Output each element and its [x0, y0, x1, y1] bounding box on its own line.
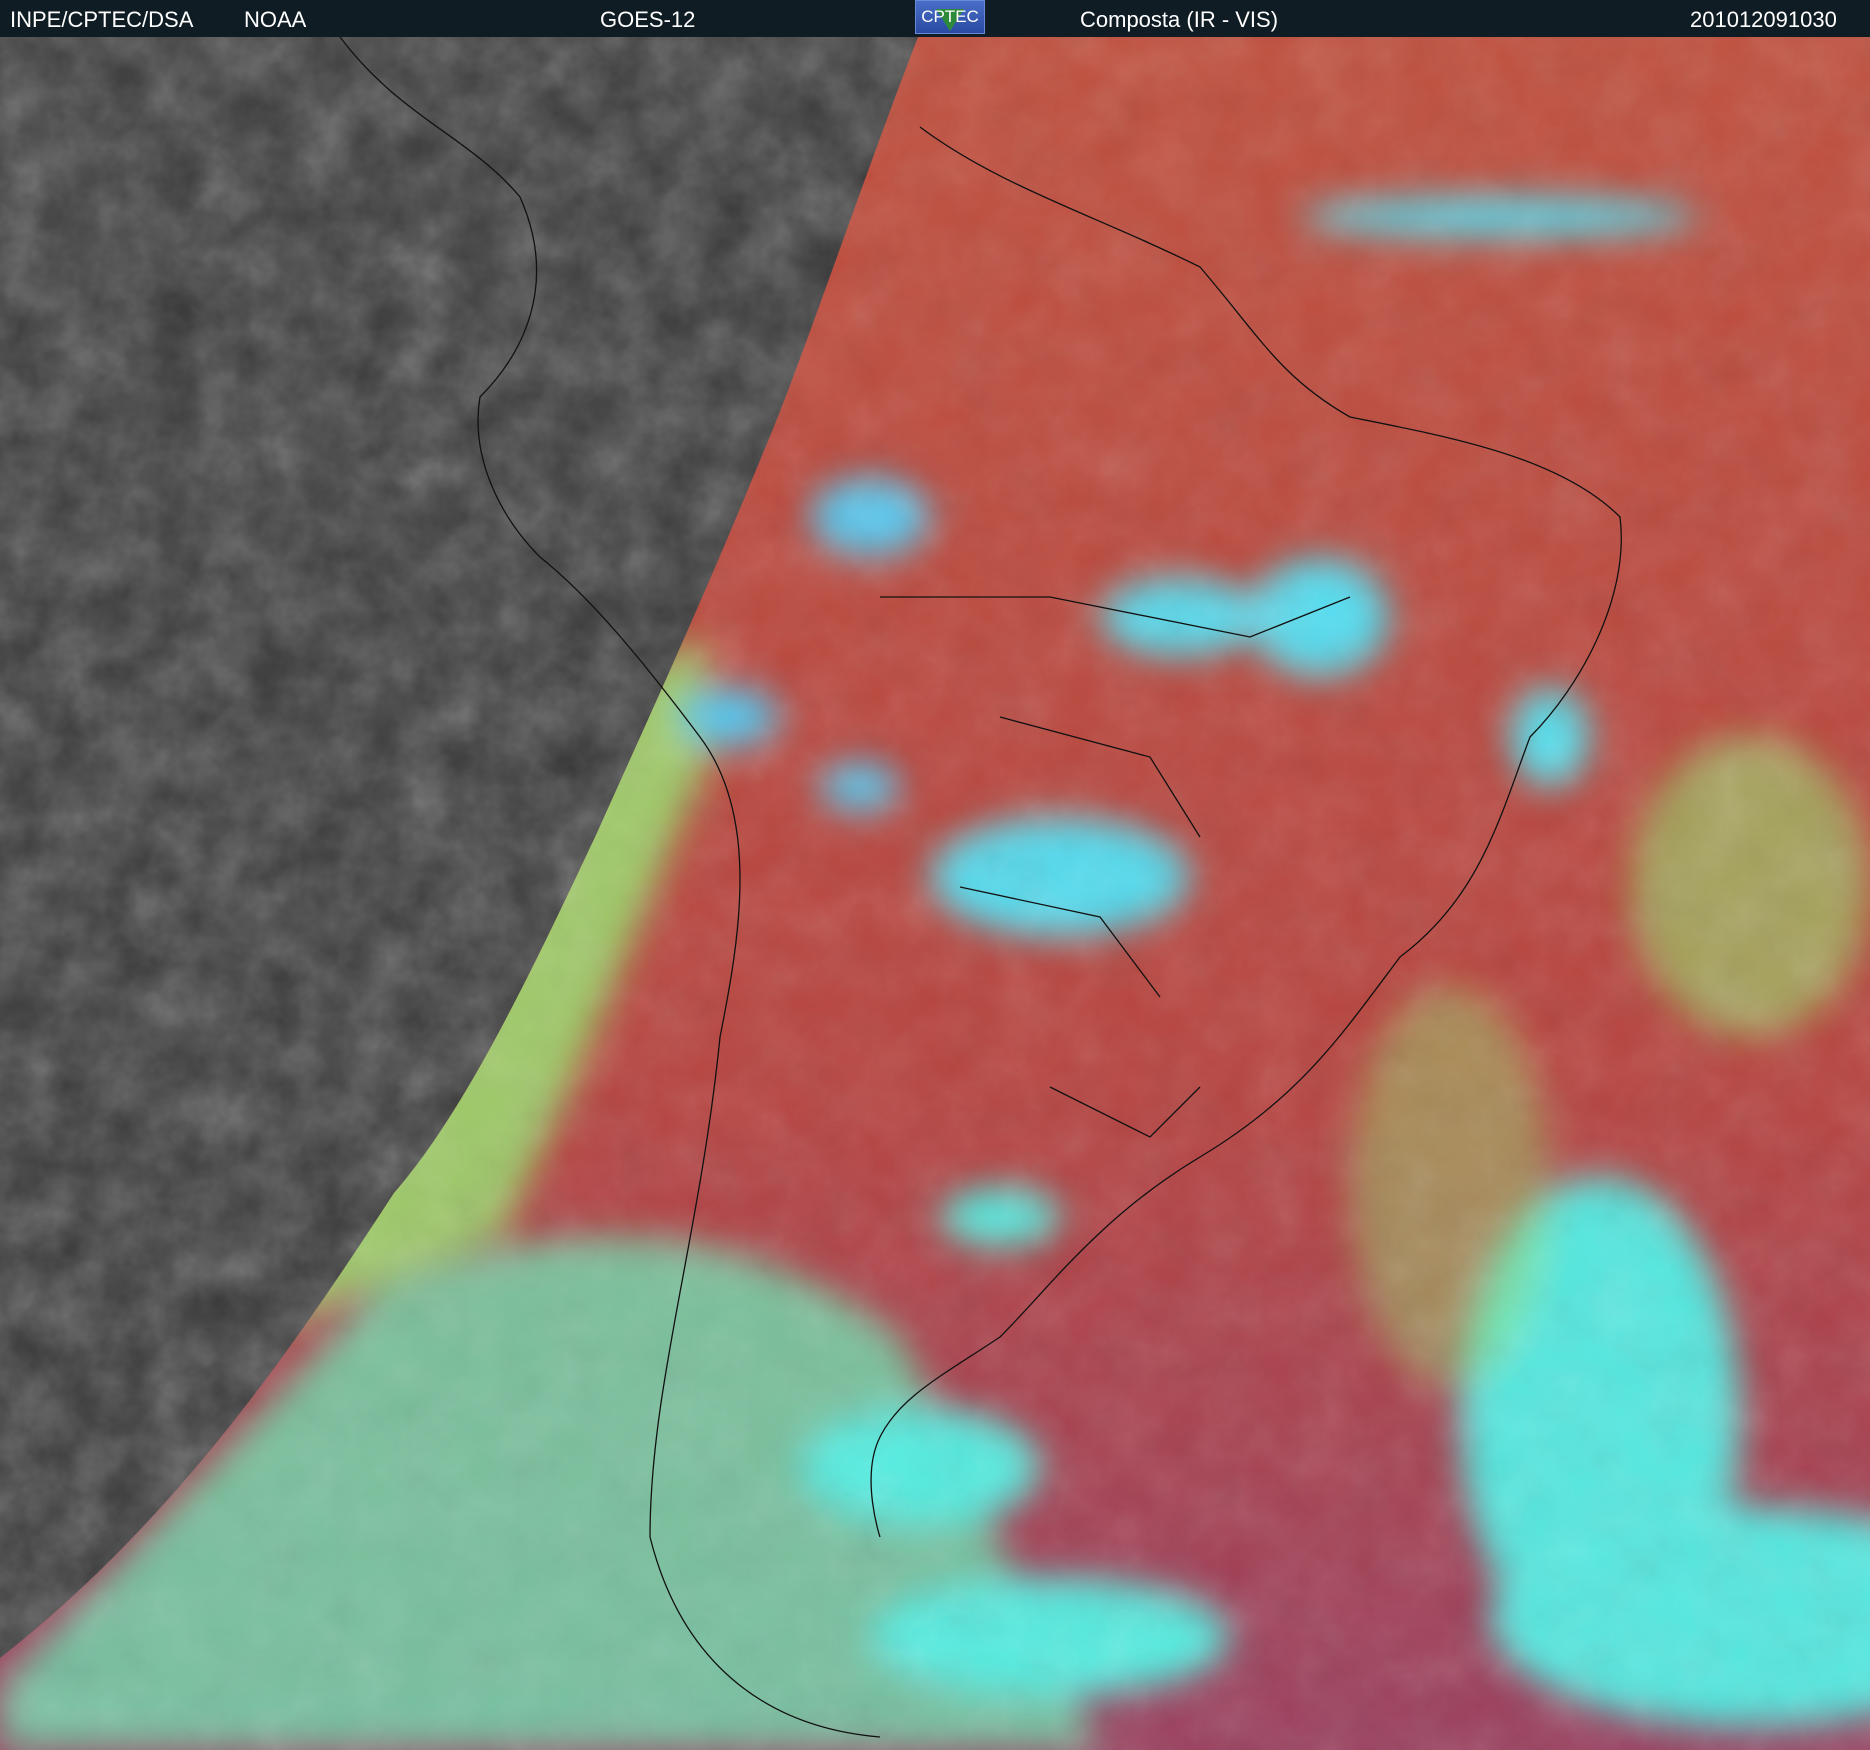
- cptec-logo: CPTEC: [915, 0, 985, 34]
- satellite-label: GOES-12: [600, 7, 696, 32]
- header-bar: INPE/CPTEC/DSA NOAA GOES-12 CPTEC Compos…: [0, 0, 1870, 37]
- source-label: NOAA: [244, 7, 307, 32]
- satellite-image: [0, 37, 1870, 1750]
- agency-label: INPE/CPTEC/DSA: [10, 7, 194, 32]
- timestamp-label: 201012091030: [1690, 7, 1837, 32]
- logo-text: CPTEC: [921, 7, 979, 26]
- product-label: Composta (IR - VIS): [1080, 7, 1279, 32]
